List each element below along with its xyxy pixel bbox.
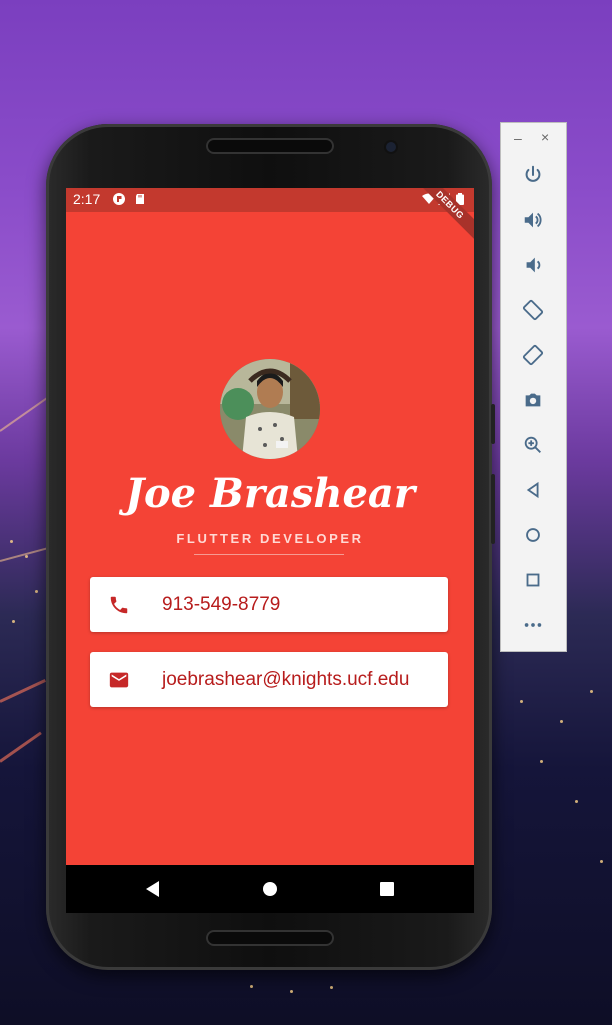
toolbar-window-controls: – ×: [501, 123, 566, 153]
phone-frame: 2:17 DEBUG Joe Brashear FLUTTER DEVELOPE…: [46, 124, 495, 970]
side-button: [491, 474, 495, 544]
rotate-left-icon[interactable]: [518, 295, 548, 325]
app-notification-icon: [113, 193, 125, 205]
phone-icon: [110, 596, 128, 614]
zoom-icon[interactable]: [518, 430, 548, 460]
profile-title: FLUTTER DEVELOPER: [176, 531, 364, 546]
rotate-right-icon[interactable]: [518, 340, 548, 370]
minimize-icon[interactable]: –: [514, 130, 522, 146]
phone-card[interactable]: 913-549-8779: [90, 577, 448, 632]
email-address: joebrashear@knights.ucf.edu: [162, 669, 410, 690]
email-card[interactable]: joebrashear@knights.ucf.edu: [90, 652, 448, 707]
home-icon[interactable]: [263, 882, 277, 896]
volume-down-icon[interactable]: [518, 250, 548, 280]
bottom-speaker: [206, 930, 334, 946]
more-icon[interactable]: [518, 610, 548, 640]
profile-avatar: [220, 359, 320, 459]
overview-icon[interactable]: [518, 565, 548, 595]
app-screen: 2:17 DEBUG Joe Brashear FLUTTER DEVELOPE…: [66, 188, 474, 913]
status-time: 2:17: [73, 191, 101, 207]
email-icon: [109, 672, 129, 688]
home-icon[interactable]: [518, 520, 548, 550]
back-icon[interactable]: [146, 881, 159, 897]
recents-icon[interactable]: [380, 882, 394, 896]
side-button: [491, 404, 495, 444]
power-icon[interactable]: [518, 160, 548, 190]
debug-banner: DEBUG: [409, 188, 474, 246]
close-icon[interactable]: ×: [541, 129, 549, 145]
phone-number: 913-549-8779: [162, 594, 281, 615]
divider: [194, 554, 344, 555]
volume-up-icon[interactable]: [518, 205, 548, 235]
camera-icon[interactable]: [518, 385, 548, 415]
sd-card-icon: [136, 194, 144, 204]
emulator-toolbar: – ×: [500, 122, 567, 652]
profile-name: Joe Brashear: [125, 470, 415, 517]
status-bar: 2:17 DEBUG: [66, 188, 474, 246]
earpiece-speaker: [206, 138, 334, 154]
front-camera: [386, 142, 396, 152]
android-nav-bar: [66, 865, 474, 913]
back-icon[interactable]: [518, 475, 548, 505]
